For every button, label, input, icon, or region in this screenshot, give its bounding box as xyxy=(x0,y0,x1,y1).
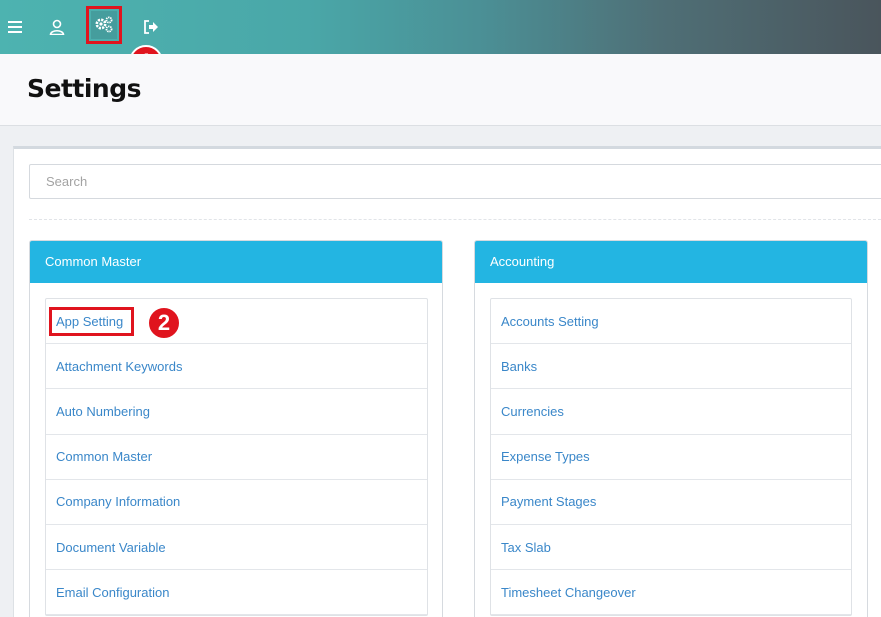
list-item-label[interactable]: Attachment Keywords xyxy=(56,359,182,374)
list-item-label[interactable]: Tax Slab xyxy=(501,540,551,555)
list-item-label[interactable]: Email Configuration xyxy=(56,585,169,600)
list-item[interactable]: Accounts Setting xyxy=(491,299,851,345)
user-icon[interactable] xyxy=(44,0,70,54)
list-item[interactable]: Attachment Keywords xyxy=(46,344,427,390)
list-item[interactable]: Timesheet Changeover xyxy=(491,570,851,616)
list-item-label[interactable]: Document Variable xyxy=(56,540,166,555)
panel-accounting: Accounting Accounts Setting Banks Curren… xyxy=(474,240,868,617)
panel-common-master: Common Master App Setting Attachment Key… xyxy=(29,240,443,617)
list-item-label[interactable]: Banks xyxy=(501,359,537,374)
divider xyxy=(29,219,881,220)
settings-list: App Setting Attachment Keywords Auto Num… xyxy=(45,298,428,617)
menu-icon[interactable] xyxy=(4,0,26,54)
page-title: Settings xyxy=(27,74,142,103)
list-item[interactable]: Expense Types xyxy=(491,435,851,480)
list-item[interactable]: App Setting xyxy=(46,299,427,345)
list-item-label[interactable]: Timesheet Changeover xyxy=(501,585,636,600)
panel-header: Accounting xyxy=(475,241,867,283)
top-navbar xyxy=(0,0,881,54)
list-item-label[interactable]: Payment Stages xyxy=(501,494,596,509)
list-item-label[interactable]: Currencies xyxy=(501,404,564,419)
list-item[interactable]: Payment Stages xyxy=(491,480,851,525)
list-item[interactable]: Email Configuration xyxy=(46,570,427,616)
link-app-setting[interactable]: App Setting xyxy=(48,306,135,336)
panel-header: Common Master xyxy=(30,241,442,283)
list-item[interactable]: Banks xyxy=(491,344,851,390)
list-item-label[interactable]: Auto Numbering xyxy=(56,404,150,419)
list-item-label[interactable]: Company Information xyxy=(56,494,180,509)
list-item-label[interactable]: Common Master xyxy=(56,449,152,464)
search-input[interactable] xyxy=(29,164,881,199)
list-item-label[interactable]: Accounts Setting xyxy=(501,314,599,329)
settings-gears-icon[interactable] xyxy=(86,6,122,44)
list-item[interactable]: Document Variable xyxy=(46,525,427,571)
callout-badge: 2 xyxy=(147,306,181,340)
page-header: Settings xyxy=(0,54,881,126)
list-item[interactable]: Company Information xyxy=(46,480,427,525)
list-item[interactable]: Currencies xyxy=(491,389,851,435)
settings-list: Accounts Setting Banks Currencies Expens… xyxy=(490,298,852,617)
list-item-label[interactable]: Expense Types xyxy=(501,449,590,464)
list-item[interactable]: Tax Slab xyxy=(491,525,851,571)
list-item[interactable]: Auto Numbering xyxy=(46,389,427,435)
list-item[interactable]: Common Master xyxy=(46,435,427,480)
